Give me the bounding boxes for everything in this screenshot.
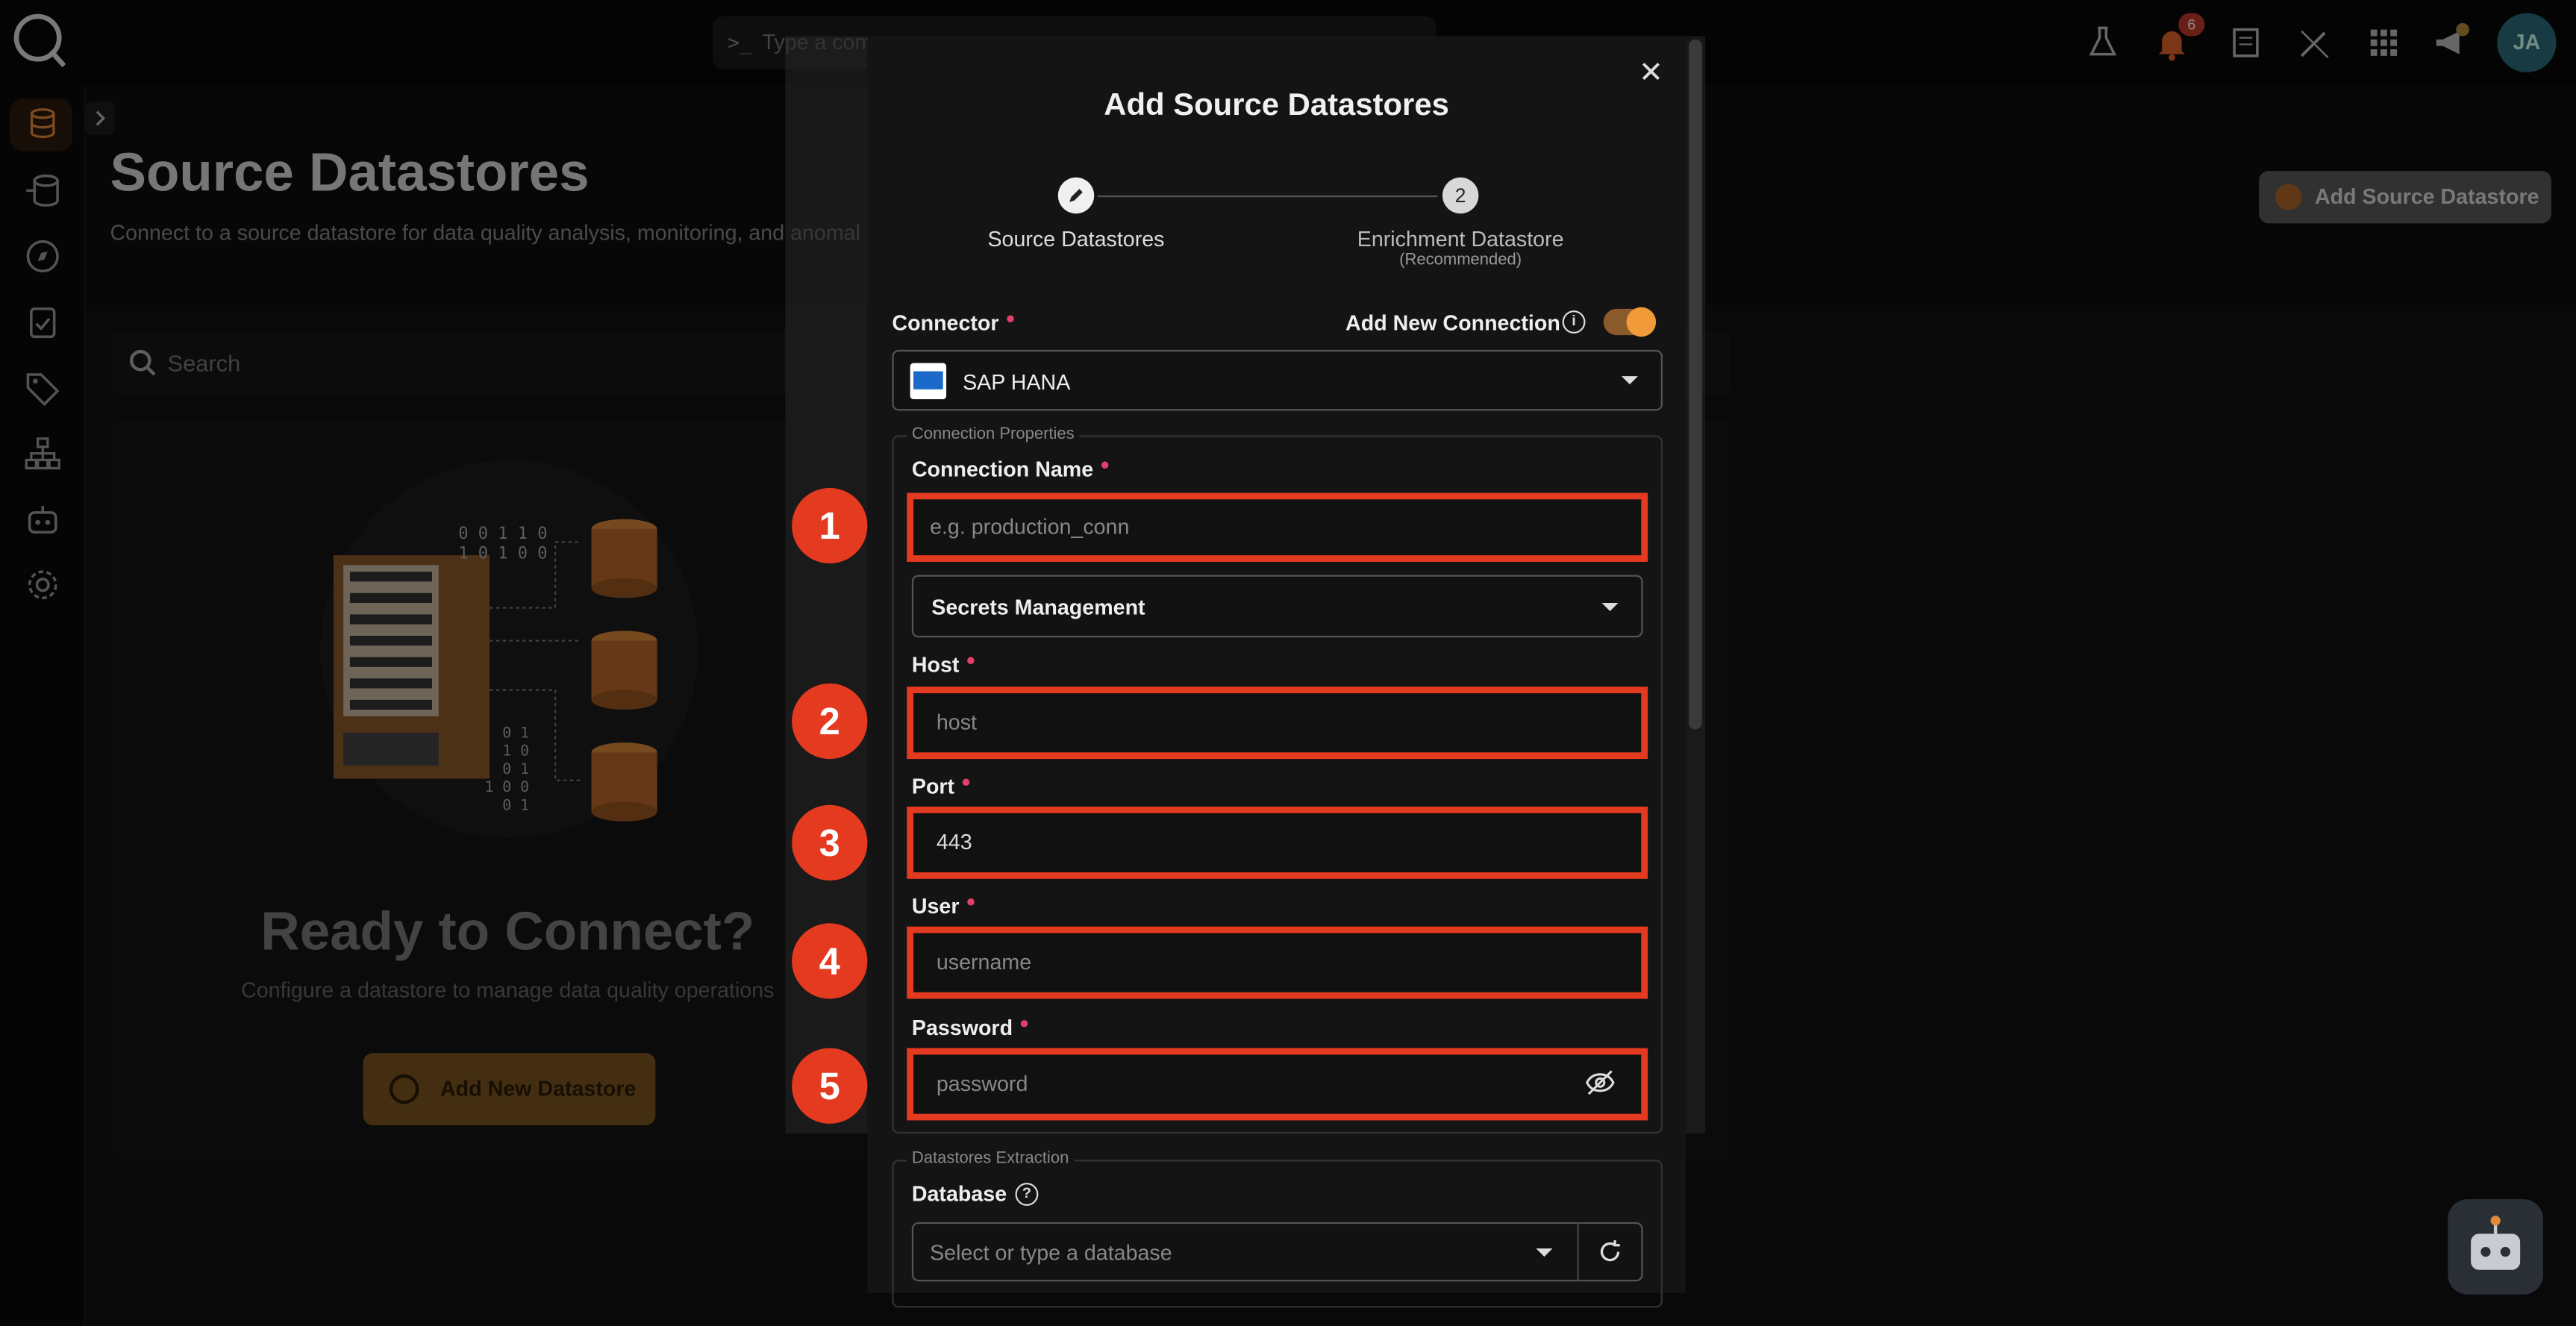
annotation-marker-5: 5 bbox=[792, 1048, 868, 1124]
port-label: Port ● bbox=[912, 774, 971, 798]
required-indicator: ● bbox=[960, 773, 972, 792]
host-label: Host ● bbox=[912, 652, 976, 677]
step-1-indicator[interactable] bbox=[1057, 177, 1095, 214]
connection-name-placeholder: e.g. production_conn bbox=[930, 514, 1130, 540]
secrets-management-label: Secrets Management bbox=[931, 594, 1145, 619]
connection-name-label: Connection Name ● bbox=[912, 457, 1110, 481]
port-value: 443 bbox=[936, 829, 972, 854]
database-select[interactable]: Select or type a database bbox=[911, 1222, 1643, 1282]
close-icon[interactable]: ✕ bbox=[1636, 57, 1666, 87]
dropdown-arrow-icon bbox=[1621, 376, 1638, 385]
database-label: Database bbox=[911, 1180, 1007, 1206]
required-indicator: ● bbox=[966, 893, 976, 912]
dialog-title: Add Source Datastores bbox=[1104, 88, 1449, 124]
dropdown-arrow-icon bbox=[1536, 1248, 1553, 1257]
host-placeholder: host bbox=[936, 710, 977, 735]
database-placeholder: Select or type a database bbox=[930, 1240, 1172, 1266]
required-indicator: ● bbox=[1099, 457, 1110, 475]
annotation-marker-3: 3 bbox=[792, 804, 868, 881]
host-field[interactable]: host bbox=[907, 687, 1648, 760]
step-2-indicator[interactable]: 2 bbox=[1442, 177, 1479, 214]
refresh-icon bbox=[1600, 1240, 1620, 1262]
connector-label: Connector ● bbox=[892, 310, 1015, 335]
stepper-connector bbox=[1097, 195, 1438, 198]
connection-properties-legend: Connection Properties bbox=[907, 425, 1080, 444]
port-field[interactable]: 443 bbox=[907, 806, 1648, 879]
user-label-text: User bbox=[911, 893, 960, 919]
secrets-management-select[interactable]: Secrets Management bbox=[911, 575, 1643, 638]
dialog-scrollbar[interactable] bbox=[1689, 39, 1702, 730]
required-indicator: ● bbox=[966, 652, 976, 671]
annotation-marker-2: 2 bbox=[792, 683, 868, 760]
annotation-marker-4: 4 bbox=[792, 923, 868, 999]
user-placeholder: username bbox=[936, 949, 1032, 975]
add-new-connection-label: Add New Connection bbox=[1345, 310, 1560, 336]
required-indicator: ● bbox=[1005, 310, 1016, 329]
step-2-sublabel: (Recommended) bbox=[1399, 251, 1522, 270]
annotation-marker-1: 1 bbox=[792, 487, 868, 564]
step-2-label: Enrichment Datastore bbox=[1357, 226, 1564, 251]
dropdown-arrow-icon bbox=[1601, 602, 1619, 611]
password-label: Password ● bbox=[912, 1016, 1029, 1040]
user-label: User ● bbox=[912, 894, 976, 919]
required-indicator: ● bbox=[1019, 1015, 1030, 1033]
connector-select[interactable]: SAP HANA bbox=[892, 349, 1663, 411]
assistant-bot-button[interactable] bbox=[2448, 1199, 2543, 1295]
eye-off-icon[interactable] bbox=[1585, 1068, 1615, 1098]
add-new-connection-toggle[interactable] bbox=[1603, 307, 1657, 337]
connector-value: SAP HANA bbox=[963, 369, 1071, 395]
password-field[interactable]: password bbox=[907, 1048, 1648, 1121]
connector-label-text: Connector bbox=[892, 310, 999, 336]
password-placeholder: password bbox=[936, 1071, 1028, 1096]
robot-icon bbox=[2471, 1216, 2521, 1270]
connection-name-field[interactable]: e.g. production_conn bbox=[907, 492, 1648, 562]
host-label-text: Host bbox=[911, 652, 960, 678]
app-screen: { "topbar": { "command_placeholder": "Ty… bbox=[0, 0, 2576, 1326]
datastores-extraction-legend: Datastores Extraction bbox=[907, 1150, 1074, 1169]
info-icon[interactable]: i bbox=[1562, 310, 1586, 334]
sap-logo-icon bbox=[910, 363, 947, 399]
step-1-label: Source Datastores bbox=[987, 226, 1165, 251]
toggle-knob bbox=[1626, 307, 1657, 337]
help-icon[interactable]: ? bbox=[1015, 1183, 1039, 1206]
connection-name-label-text: Connection Name bbox=[911, 457, 1094, 482]
refresh-button[interactable] bbox=[1577, 1222, 1642, 1282]
password-label-text: Password bbox=[911, 1015, 1013, 1040]
user-field[interactable]: username bbox=[907, 926, 1648, 999]
port-label-text: Port bbox=[911, 773, 955, 798]
pencil-icon bbox=[1069, 189, 1083, 202]
